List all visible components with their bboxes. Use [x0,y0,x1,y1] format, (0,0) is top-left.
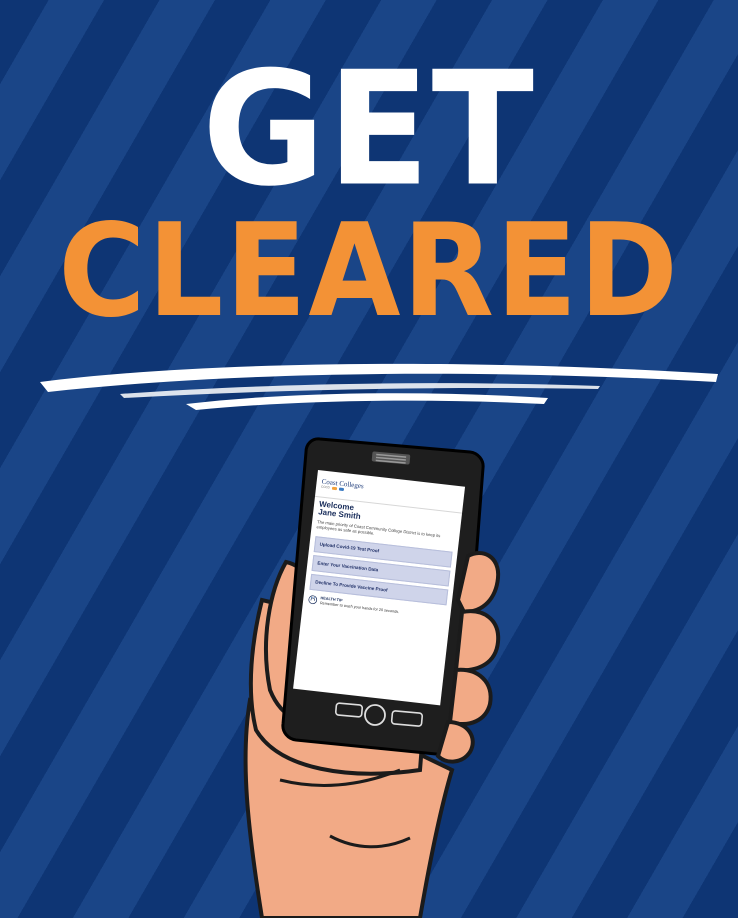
hand-fingers [279,550,501,849]
poster-background: GET CLEARED Coast Colleges CCCD Welcome … [0,0,738,918]
phone-scene: Coast Colleges CCCD Welcome Jane Smith T… [0,0,738,918]
